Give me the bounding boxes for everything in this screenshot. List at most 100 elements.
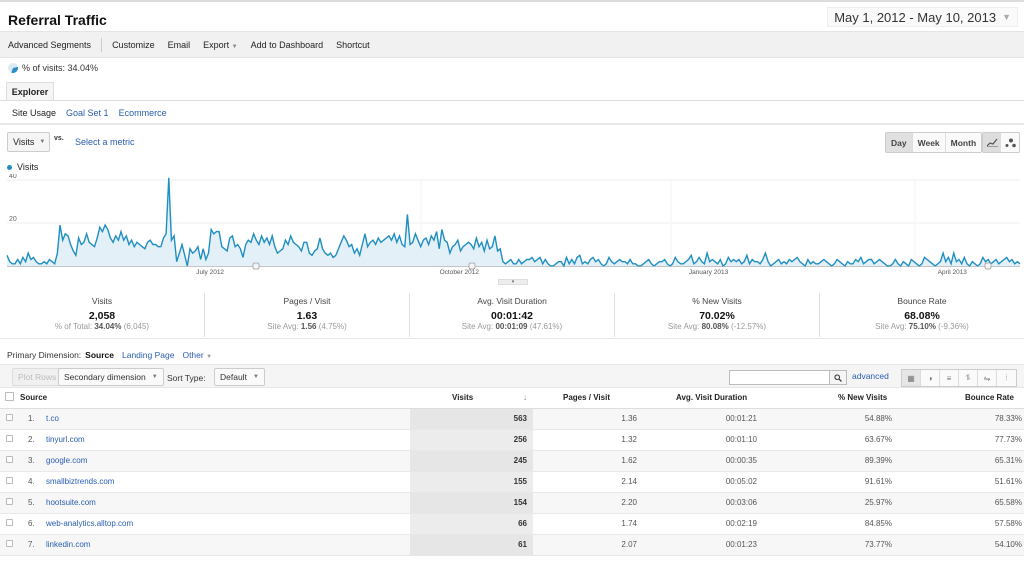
week-button[interactable]: Week (912, 133, 946, 152)
visits-chart: 20 40 July 2012 October 2012 January 2013 Ap… (6, 174, 1021, 276)
primary-dimension-source[interactable]: Source (85, 350, 114, 360)
advanced-segments-button[interactable]: Advanced Segments (8, 40, 91, 50)
subtab-goal-set-1[interactable]: Goal Set 1 (66, 108, 109, 118)
day-button[interactable]: Day (886, 133, 913, 152)
scorecard-label: Pages / Visit (283, 296, 331, 306)
cell-visits: 61 (410, 534, 533, 556)
row-checkbox[interactable] (6, 456, 13, 463)
performance-view-icon[interactable]: ≡ (940, 370, 959, 386)
comparison-view-icon[interactable]: ⥮ (959, 370, 978, 386)
select-all-checkbox[interactable] (5, 392, 14, 402)
top-border (0, 0, 1024, 2)
source-link[interactable]: google.com (46, 456, 87, 465)
pie-chart-icon (6, 61, 20, 75)
subtab-ecommerce[interactable]: Ecommerce (119, 108, 167, 118)
row-checkbox[interactable] (6, 519, 13, 526)
legend-label: Visits (17, 162, 39, 172)
customize-button[interactable]: Customize (112, 40, 155, 50)
pie-view-icon[interactable]: ◑ (921, 370, 940, 386)
table-view-toggle: ▦ ◑ ≡ ⥮ ⇋ ⦙ (901, 369, 1017, 387)
row-rank: 7. (28, 540, 35, 549)
page-title: Referral Traffic (8, 12, 107, 28)
x-tick-label: July 2012 (196, 269, 224, 276)
pivot-view-icon[interactable]: ⦙ (997, 370, 1016, 386)
column-header-source[interactable]: Source (20, 388, 410, 409)
annotation-marker-icon[interactable] (984, 262, 992, 270)
column-header-visits[interactable]: Visits ↓ (410, 388, 533, 409)
chevron-down-icon: ▼ (252, 374, 259, 380)
select-metric-link[interactable]: Select a metric (75, 137, 135, 147)
vs-label: vs. (54, 135, 64, 142)
cell-bounce-rate: 65.58% (898, 492, 1024, 514)
scorecard-label: Avg. Visit Duration (477, 296, 547, 306)
cell-new-visits: 25.97% (763, 492, 898, 514)
row-rank: 3. (28, 456, 35, 465)
row-rank: 5. (28, 498, 35, 507)
row-checkbox[interactable] (6, 477, 13, 484)
source-link[interactable]: smallbiztrends.com (46, 477, 114, 486)
row-checkbox[interactable] (6, 498, 13, 505)
term-cloud-view-icon[interactable]: ⇋ (978, 370, 997, 386)
cell-visits: 66 (410, 513, 533, 535)
line-chart-icon[interactable] (983, 133, 1001, 152)
cell-avg-visit-duration: 00:01:23 (643, 534, 763, 556)
subtab-site-usage[interactable]: Site Usage (12, 108, 56, 118)
table-row: 6. web-analytics.alltop.com 66 1.74 00:02:19… (0, 513, 1024, 535)
other-label: Other (182, 350, 204, 360)
export-button[interactable]: Export ▼ (203, 40, 237, 50)
collapse-chart-button[interactable]: ▾ (498, 279, 528, 285)
cell-new-visits: 54.88% (763, 408, 898, 430)
search-button[interactable] (829, 370, 847, 385)
comparison-prefix: Site Avg: (667, 322, 700, 331)
primary-dimension-landing-page[interactable]: Landing Page (122, 350, 174, 360)
table-header-row: Source Visits ↓ Pages / Visit Avg. Visit… (0, 388, 1024, 409)
shortcut-button[interactable]: Shortcut (336, 40, 370, 50)
cell-pages-per-visit: 2.20 (533, 492, 643, 514)
column-header-pages-per-visit[interactable]: Pages / Visit (533, 388, 643, 409)
tab-explorer[interactable]: Explorer (6, 82, 54, 101)
plot-rows-button[interactable]: Plot Rows (12, 368, 63, 386)
table-view-icon[interactable]: ▦ (902, 370, 921, 386)
row-checkbox[interactable] (6, 435, 13, 442)
annotation-marker-icon[interactable] (468, 262, 476, 270)
segment-label: % of visits: 34.04% (22, 63, 99, 73)
chevron-down-icon: ▼ (39, 139, 46, 145)
column-header-avg-visit-duration[interactable]: Avg. Visit Duration (643, 388, 763, 409)
source-link[interactable]: tinyurl.com (46, 435, 85, 444)
row-rank: 2. (28, 435, 35, 444)
row-checkbox[interactable] (6, 540, 13, 547)
chevron-down-icon: ▼ (206, 354, 213, 360)
date-range-picker[interactable]: May 1, 2012 - May 10, 2013 ▼ (827, 7, 1018, 27)
column-header-new-visits[interactable]: % New Visits (763, 388, 898, 409)
primary-dimension-other[interactable]: Other ▼ (182, 350, 212, 360)
comparison-change: (4.75%) (318, 322, 347, 331)
row-checkbox[interactable] (6, 414, 13, 421)
source-link[interactable]: hootsuite.com (46, 498, 96, 507)
comparison-prefix: Site Avg: (875, 322, 907, 331)
month-button[interactable]: Month (945, 133, 982, 152)
sort-type-label: Sort Type: (167, 373, 206, 383)
secondary-dimension-select[interactable]: Secondary dimension ▼ (58, 368, 164, 386)
source-link[interactable]: t.co (46, 414, 59, 423)
sort-type-select[interactable]: Default ▼ (214, 368, 265, 386)
y-tick-label: 40 (9, 174, 17, 180)
annotation-marker-icon[interactable] (252, 262, 260, 270)
scorecards: Visits 2,058% of Total: 34.04% (6,045) Pag… (0, 293, 1024, 337)
source-link[interactable]: linkedin.com (46, 540, 90, 549)
column-header-bounce-rate[interactable]: Bounce Rate (898, 388, 1024, 409)
table-search-input[interactable] (729, 370, 830, 385)
motion-chart-icon[interactable] (1001, 133, 1019, 152)
source-link[interactable]: web-analytics.alltop.com (46, 519, 133, 528)
add-to-dashboard-button[interactable]: Add to Dashboard (251, 40, 324, 50)
cell-avg-visit-duration: 00:02:19 (643, 513, 763, 535)
primary-dimension-label: Primary Dimension: (7, 350, 82, 360)
comparison-prefix: % of Total: (54, 322, 93, 331)
cell-bounce-rate: 78.33% (898, 408, 1024, 430)
scorecard: Pages / Visit 1.63 Site Avg: 1.56 (4.75%) (205, 293, 410, 337)
email-button[interactable]: Email (168, 40, 191, 50)
cell-new-visits: 84.85% (763, 513, 898, 535)
advanced-filter-link[interactable]: advanced (852, 371, 889, 381)
cell-pages-per-visit: 1.74 (533, 513, 643, 535)
metric-select[interactable]: Visits ▼ (7, 132, 50, 152)
scorecard: Bounce Rate 68.08% Site Avg: 75.10% (-9.36… (820, 293, 1024, 337)
